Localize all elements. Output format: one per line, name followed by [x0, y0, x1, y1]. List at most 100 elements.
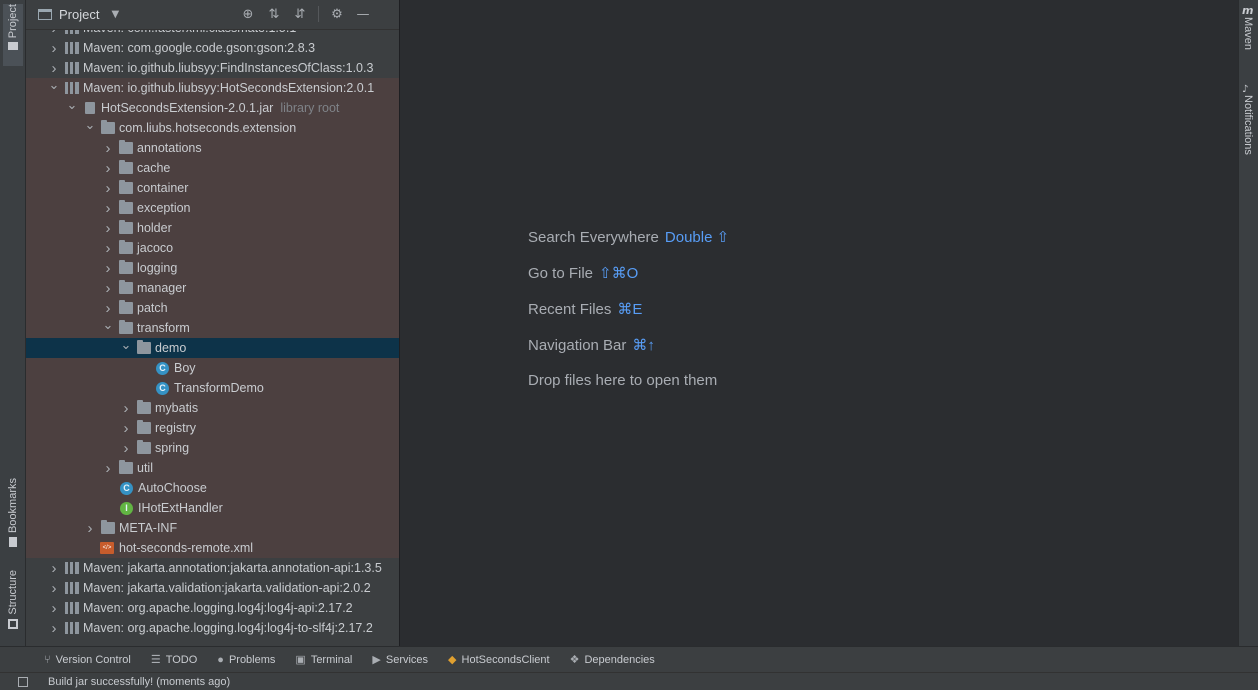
- bookmarks-tool-label: Bookmarks: [7, 478, 19, 534]
- chevron-down-icon[interactable]: ▼: [111, 9, 119, 20]
- tree-row[interactable]: ⌄ transform: [26, 317, 399, 338]
- chevron-right-icon[interactable]: ›: [48, 40, 60, 57]
- tree-row-label: HotSecondsExtension-2.0.1.jar: [101, 101, 274, 115]
- chevron-right-icon[interactable]: ›: [102, 180, 114, 197]
- chevron-right-icon[interactable]: ›: [102, 220, 114, 237]
- tree-row[interactable]: ⌄ HotSecondsExtension-2.0.1.jar library ro…: [26, 97, 399, 118]
- folder-icon: [119, 240, 133, 254]
- tree-row[interactable]: › Maven: com.google.code.gson:gson:2.8.3: [26, 38, 399, 58]
- chevron-right-icon[interactable]: ›: [102, 300, 114, 317]
- collapse-all-icon[interactable]: ⇵: [292, 6, 308, 22]
- tree-row[interactable]: › mybatis: [26, 398, 399, 418]
- folder-icon: [8, 42, 18, 51]
- tree-row[interactable]: › logging: [26, 258, 399, 278]
- bottom-tab[interactable]: ❖ Dependencies: [570, 653, 655, 667]
- chevron-right-icon[interactable]: ›: [102, 160, 114, 177]
- chevron-right-icon[interactable]: ›: [120, 400, 132, 417]
- tree-row[interactable]: › holder: [26, 218, 399, 238]
- tree-row-label: Maven: jakarta.annotation:jakarta.annota…: [83, 561, 382, 575]
- hotseconds-icon: ◆: [448, 654, 457, 666]
- tree-row-label: META-INF: [119, 521, 178, 535]
- editor-hint-shortcut: Double ⇧: [664, 229, 730, 246]
- structure-tool-tab[interactable]: Structure: [3, 570, 23, 634]
- library-icon: [65, 42, 79, 54]
- expand-all-icon[interactable]: ⇅: [266, 6, 282, 22]
- bottom-tab[interactable]: ⑂ Version Control: [44, 654, 131, 666]
- tree-row[interactable]: › registry: [26, 418, 399, 438]
- tree-row[interactable]: › Maven: org.apache.logging.log4j:log4j-t…: [26, 618, 399, 638]
- tree-row[interactable]: ⌄ demo: [26, 337, 399, 358]
- tree-row-label: logging: [137, 261, 178, 275]
- tree-row[interactable]: › META-INF: [26, 518, 399, 538]
- tree-row[interactable]: › exception: [26, 198, 399, 218]
- chevron-right-icon[interactable]: ›: [48, 620, 60, 637]
- tree-row[interactable]: › patch: [26, 298, 399, 318]
- chevron-down-icon[interactable]: ⌄: [120, 337, 132, 353]
- hide-icon[interactable]: —: [355, 6, 371, 22]
- chevron-down-icon[interactable]: ⌄: [48, 77, 60, 93]
- chevron-right-icon[interactable]: ›: [102, 140, 114, 157]
- notifications-tool-tab[interactable]: ♪ Notifications: [1242, 84, 1254, 158]
- chevron-right-icon[interactable]: ›: [102, 280, 114, 297]
- tree-row-label: jacoco: [137, 241, 174, 255]
- tree-row[interactable]: › annotations: [26, 138, 399, 158]
- chevron-right-icon[interactable]: ›: [102, 200, 114, 217]
- bottom-tab[interactable]: ☰ TODO: [151, 653, 197, 667]
- maven-tool-tab[interactable]: m Maven: [1242, 4, 1254, 53]
- tree-row-label: hot-seconds-remote.xml: [119, 541, 254, 555]
- chevron-right-icon[interactable]: ›: [102, 460, 114, 477]
- tree-row[interactable]: › util: [26, 458, 399, 478]
- tree-row[interactable]: › cache: [26, 158, 399, 178]
- project-tool-label: Project: [7, 4, 19, 39]
- chevron-right-icon[interactable]: ›: [120, 420, 132, 437]
- tree-row[interactable]: ⌄ Maven: io.github.liubsyy:HotSecondsExte…: [26, 77, 399, 98]
- library-icon: [65, 562, 79, 574]
- bottom-tab[interactable]: ▣ Terminal: [295, 653, 352, 667]
- chevron-right-icon[interactable]: ›: [48, 60, 60, 77]
- chevron-right-icon[interactable]: ›: [48, 600, 60, 617]
- tree-row[interactable]: › Maven: io.github.liubsyy:FindInstancesO…: [26, 58, 399, 78]
- project-view-icon: [38, 9, 52, 20]
- tree-row[interactable]: I IHotExtHandler: [26, 498, 399, 518]
- project-tool-tab[interactable]: Project: [3, 4, 23, 66]
- gear-icon[interactable]: ⚙: [329, 6, 345, 22]
- tree-row[interactable]: C Boy: [26, 358, 399, 378]
- chevron-right-icon[interactable]: ›: [102, 260, 114, 277]
- chevron-right-icon[interactable]: ›: [48, 580, 60, 597]
- tree-row[interactable]: › Maven: jakarta.annotation:jakarta.annot…: [26, 558, 399, 578]
- chevron-right-icon[interactable]: ›: [84, 520, 96, 537]
- editor-hint: Go to File ⇧⌘O: [528, 264, 638, 282]
- tree-row[interactable]: › Maven: org.apache.logging.log4j:log4j-a…: [26, 598, 399, 618]
- bottom-tab[interactable]: ◆ HotSecondsClient: [448, 653, 550, 667]
- locate-icon[interactable]: ⊕: [240, 6, 256, 22]
- chevron-down-icon[interactable]: ⌄: [66, 97, 78, 113]
- tree-row[interactable]: ⌄ com.liubs.hotseconds.extension: [26, 117, 399, 138]
- bottom-tab[interactable]: ▶ Services: [372, 653, 428, 667]
- chevron-right-icon[interactable]: ›: [48, 560, 60, 577]
- tree-row-label: Maven: jakarta.validation:jakarta.valida…: [83, 581, 371, 595]
- chevron-right-icon[interactable]: ›: [102, 240, 114, 257]
- problems-icon: ●: [217, 653, 224, 666]
- chevron-down-icon[interactable]: ⌄: [84, 117, 96, 133]
- bottom-tab[interactable]: ● Problems: [217, 654, 275, 666]
- tree-row[interactable]: › spring: [26, 438, 399, 458]
- tree-row[interactable]: › container: [26, 178, 399, 198]
- editor-hint-shortcut: ⇧⌘O: [599, 265, 639, 282]
- tree-row[interactable]: </> hot-seconds-remote.xml: [26, 538, 399, 558]
- tree-row[interactable]: › Maven: jakarta.validation:jakarta.valid…: [26, 578, 399, 598]
- chevron-right-icon[interactable]: ›: [120, 440, 132, 457]
- editor-hint-label: Recent Files: [528, 301, 612, 318]
- tree-row[interactable]: › manager: [26, 278, 399, 298]
- chevron-down-icon[interactable]: ⌄: [102, 317, 114, 333]
- tree-row[interactable]: › jacoco: [26, 238, 399, 258]
- bottom-tab-label: Version Control: [55, 653, 131, 666]
- tree-row[interactable]: C TransformDemo: [26, 378, 399, 398]
- maven-tool-label: Maven: [1242, 17, 1254, 51]
- maven-icon: m: [1242, 4, 1254, 17]
- bookmarks-tool-tab[interactable]: Bookmarks: [3, 478, 23, 550]
- tree-row[interactable]: C AutoChoose: [26, 478, 399, 498]
- editor-hint: Navigation Bar ⌘↑: [528, 336, 655, 354]
- class-icon: C: [156, 361, 169, 375]
- toggle-tool-windows-icon[interactable]: [18, 677, 28, 687]
- project-panel-title[interactable]: Project: [59, 7, 99, 22]
